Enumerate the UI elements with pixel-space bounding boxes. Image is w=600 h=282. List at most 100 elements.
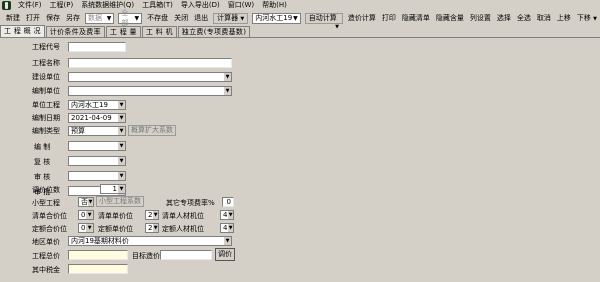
chevron-down-icon: ▼ [593,15,598,22]
move-down-button[interactable]: 下移 ▼ [574,12,600,25]
quota-labor-digits-label: 定额人材机位 [162,225,204,233]
project-code-label: 工程代号 [32,43,60,51]
chevron-down-icon: ▼ [106,14,112,22]
menu-import-export[interactable]: 导入导出(D) [177,0,224,10]
other-special-fee-input[interactable]: 0 [222,197,234,207]
select-button[interactable]: 选择 [494,12,514,24]
small-project-factor-button[interactable]: 小型工程系数 [96,196,144,207]
list-total-digits-select[interactable]: 0 ▼ [78,210,94,220]
list-unit-price-digits-label: 清单单价位 [98,212,133,220]
project-combo[interactable]: 内河水工19 ▼ [252,12,301,24]
auditor-select[interactable]: ▼ [68,171,126,181]
close-button[interactable]: 关闭 [171,12,191,24]
tax-value [68,264,128,274]
project-total-label: 工程总价 [32,252,60,260]
other-special-fee-label: 其它专项费率% [166,199,215,207]
hide-list-button[interactable]: 隐藏清单 [399,12,433,24]
compile-type-label: 编制类型 [32,127,60,135]
target-price-input[interactable] [160,250,212,260]
move-up-button[interactable]: 上移 [554,12,574,24]
chevron-down-icon: ▼ [134,14,140,22]
quota-total-digits-label: 定额合价位 [32,225,67,233]
unit-project-select[interactable]: 内河水工19 ▼ [68,100,126,110]
chevron-down-icon: ▼ [228,224,233,232]
chevron-down-icon: ▼ [118,172,125,180]
tab-bar: 工 程 概 况 计价条件及费率 工 程 量 工 料 机 独立费(专项费基数) [0,25,600,38]
chevron-down-icon: ▼ [118,185,125,193]
tab-materials[interactable]: 工 料 机 [141,26,177,37]
unit-project-label: 单位工程 [32,101,60,109]
small-project-label: 小型工程 [32,199,60,207]
menu-help[interactable]: 帮助(H) [258,0,291,10]
tab-project-overview[interactable]: 工 程 概 况 [0,25,45,37]
chevron-down-icon: ▼ [224,87,231,95]
col-settings-button[interactable]: 列设置 [467,12,494,24]
chevron-down-icon: ▼ [118,127,125,135]
compile-type-select[interactable]: 预算 ▼ [68,126,126,136]
menu-file[interactable]: 文件(F) [14,0,46,10]
chevron-down-icon: ▼ [118,101,125,109]
compiler-select[interactable]: ▼ [68,141,126,151]
tax-label: 其中税金 [32,266,60,274]
target-price-label: 目标造价 [132,252,160,260]
adjust-price-button[interactable]: 调价 [215,248,235,261]
chevron-down-icon: ▼ [88,198,93,206]
quota-total-digits-select[interactable]: 0 ▼ [78,223,94,233]
menu-project[interactable]: 工程(P) [46,0,78,10]
menu-window[interactable]: 窗口(W) [224,0,258,10]
project-total-value [68,250,128,260]
compile-date-picker[interactable]: 2021-04-09 ▼ [68,113,126,123]
chevron-down-icon: ▼ [224,73,231,81]
project-code-input[interactable] [68,42,126,52]
list-labor-digits-select[interactable]: 4 ▼ [220,210,234,220]
small-project-select[interactable]: 否 ▼ [78,197,94,207]
region-price-label: 地区单价 [32,238,60,246]
reviewer-select[interactable]: ▼ [68,156,126,166]
hide-qty-button[interactable]: 隐藏含量 [433,12,467,24]
construction-unit-select[interactable]: ▼ [68,72,232,82]
project-name-label: 工程名称 [32,59,60,67]
auto-calc-dropdown[interactable]: 自动计算 ▼ [304,12,343,30]
tab-quantities[interactable]: 工 程 量 [105,26,141,37]
project-name-input[interactable] [68,58,232,68]
price-calc-button[interactable]: 造价计算 [345,12,379,24]
construction-unit-label: 建设单位 [32,73,60,81]
calculator-button[interactable]: 计算器 ▼ [213,12,249,24]
compile-date-label: 编制日期 [32,114,60,122]
chevron-down-icon: ▼ [293,14,298,22]
cancel-button[interactable]: 取消 [534,12,554,24]
compile-unit-select[interactable]: ▼ [68,86,232,96]
tab-independent-fees[interactable]: 独立费(专项费基数) [177,26,251,37]
chevron-down-icon: ▼ [86,211,93,219]
chevron-down-icon: ▼ [118,157,125,165]
chevron-down-icon: ▼ [228,211,233,219]
estimate-factor-button[interactable]: 概算扩大系数 [128,125,176,136]
price-digits-label: 调价位数 [32,186,60,194]
tab-pricing-conditions[interactable]: 计价条件及费率 [45,26,105,37]
no-save-button[interactable]: 不存盘 [144,12,171,24]
menu-toolbox[interactable]: 工具箱(T) [138,0,177,10]
list-total-digits-label: 清单合价位 [32,212,67,220]
chevron-down-icon: ▼ [153,224,158,232]
quota-labor-digits-select[interactable]: 4 ▼ [220,223,234,233]
exit-button[interactable]: 退出 [191,12,211,24]
group-combo[interactable]: 全部 ▼ [118,9,143,27]
compile-unit-label: 编制单位 [32,87,60,95]
price-digits-select[interactable]: 1 ▼ [100,184,126,194]
select-all-button[interactable]: 全选 [514,12,534,24]
compiler-label: 编 制 [34,143,51,151]
chevron-down-icon: ▼ [153,211,158,219]
save-button[interactable]: 保存 [43,12,63,24]
chevron-down-icon: ▼ [118,114,125,122]
quota-unit-price-digits-select[interactable]: 2 ▼ [145,223,159,233]
new-button[interactable]: 新建 [3,12,23,24]
quota-unit-price-digits-label: 定额单价位 [98,225,133,233]
print-button[interactable]: 打印 [379,12,399,24]
save-as-button[interactable]: 另存 [63,12,83,24]
menu-bar: 文件(F) 工程(P) 系统数据维护(Q) 工具箱(T) 导入导出(D) 窗口(… [0,0,600,10]
data-combo[interactable]: 数据 ▼ [85,12,115,24]
list-unit-price-digits-select[interactable]: 2 ▼ [145,210,159,220]
open-button[interactable]: 打开 [23,12,43,24]
reviewer-label: 复 核 [34,158,51,166]
region-price-select[interactable]: 内河19基期材料价 ▼ [68,236,232,246]
